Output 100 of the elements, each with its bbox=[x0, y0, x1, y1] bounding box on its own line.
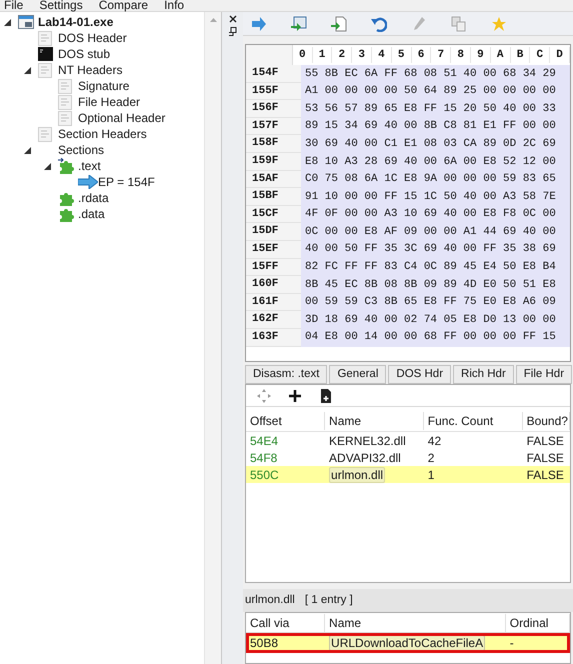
close-icon[interactable] bbox=[228, 15, 236, 23]
table-cell: FALSE bbox=[526, 434, 564, 448]
table-cell: FALSE bbox=[526, 450, 564, 464]
table-row[interactable]: 54E4 KERNEL32.dll 42 FALSE bbox=[246, 432, 570, 449]
menu-item[interactable]: File bbox=[4, 0, 24, 11]
tree-item[interactable]: EP = 154F bbox=[98, 173, 155, 191]
table-cell: 50B8 bbox=[250, 636, 278, 650]
document-icon bbox=[58, 110, 72, 126]
column-header: 2 bbox=[332, 46, 352, 64]
hex-bytes: 0C 00 00 E8 AF 09 00 00 A1 44 69 40 00 bbox=[301, 223, 570, 241]
offset-cell: 162F bbox=[246, 311, 301, 329]
document-plus-icon[interactable] bbox=[318, 388, 334, 404]
tab[interactable]: General bbox=[329, 365, 386, 384]
offset-cell: 15FF bbox=[246, 258, 301, 276]
hex-bytes: 00 59 59 C3 8B 65 E8 FF 75 E0 E8 A6 09 bbox=[301, 294, 570, 312]
menu-item[interactable]: Compare bbox=[98, 0, 148, 11]
hex-bytes: 3D 18 69 40 00 02 74 05 E8 D0 13 00 00 bbox=[301, 311, 570, 329]
document-icon bbox=[58, 94, 72, 110]
tree-item[interactable]: Sections bbox=[58, 141, 104, 159]
puzzle-icon bbox=[58, 158, 74, 174]
move-arrows-icon[interactable] bbox=[256, 388, 272, 404]
table-cell: URLDownloadToCacheFileA bbox=[329, 635, 486, 651]
hex-bytes: 4F 0F 00 00 A3 10 69 40 00 E8 F8 0C 00 bbox=[301, 206, 570, 224]
expanded-triangle-icon[interactable] bbox=[24, 146, 31, 154]
star-icon[interactable] bbox=[491, 16, 507, 32]
expanded-triangle-icon[interactable] bbox=[44, 162, 51, 170]
offset-cell: 156F bbox=[246, 100, 301, 118]
offset-cell: 161F bbox=[246, 294, 301, 312]
table-row[interactable]: 50B8 URLDownloadToCacheFileA - bbox=[246, 633, 570, 653]
hex-bytes: 40 00 50 FF 35 3C 69 40 00 FF 35 38 69 bbox=[301, 240, 570, 259]
column-header: Bound? bbox=[522, 412, 570, 430]
column-header: A bbox=[490, 46, 511, 64]
column-header: D bbox=[550, 46, 570, 64]
tree-item[interactable]: .rdata bbox=[78, 189, 109, 207]
offset-cell: 163F bbox=[246, 328, 301, 346]
hex-bytes: 82 FC FF FF 83 C4 0C 89 45 E4 50 E8 B4 bbox=[301, 258, 570, 276]
tree-item[interactable]: NT Headers bbox=[58, 61, 122, 79]
hex-bytes: 89 15 34 69 40 00 8B C8 81 E1 FF 00 00 bbox=[301, 118, 570, 136]
tree-item[interactable]: .text bbox=[78, 157, 101, 175]
table-cell: ADVAPI32.dll bbox=[329, 450, 401, 464]
tree-item[interactable]: DOS stub bbox=[58, 45, 110, 63]
tree-item[interactable]: Section Headers bbox=[58, 125, 147, 143]
column-header: 8 bbox=[451, 46, 472, 64]
column-header: B bbox=[510, 46, 530, 64]
plus-icon[interactable] bbox=[287, 388, 303, 404]
table-row[interactable]: 54F8 ADVAPI32.dll 2 FALSE bbox=[246, 449, 570, 466]
table-cell: 2 bbox=[428, 450, 434, 464]
menu-item[interactable]: Settings bbox=[39, 0, 83, 11]
hex-bytes: 04 E8 00 14 00 00 68 FF 00 00 00 FF 15 bbox=[301, 328, 570, 346]
offset-cell: 15BF bbox=[246, 188, 301, 206]
document-arrow-icon[interactable] bbox=[331, 16, 347, 32]
column-header: 3 bbox=[352, 46, 372, 64]
hex-bytes: 53 56 57 89 65 E8 FF 15 20 50 40 00 33 bbox=[301, 100, 570, 118]
hex-bytes: E8 10 A3 28 69 40 00 6A 00 E8 52 12 00 bbox=[301, 152, 570, 171]
tree-item[interactable]: .data bbox=[78, 205, 105, 223]
puzzle-icon bbox=[58, 190, 74, 206]
tab[interactable]: DOS Hdr bbox=[388, 365, 452, 384]
expanded-triangle-icon[interactable] bbox=[24, 66, 31, 74]
column-header: Call via bbox=[246, 614, 326, 632]
arrow-right-icon[interactable] bbox=[251, 16, 267, 32]
tree-item[interactable]: Optional Header bbox=[78, 109, 166, 127]
column-header: Ordinal bbox=[506, 614, 570, 632]
table-cell: 550C bbox=[250, 468, 279, 482]
window-arrow-icon[interactable] bbox=[291, 16, 307, 32]
column-header: Offset bbox=[246, 412, 326, 430]
column-header: C bbox=[530, 46, 550, 64]
offset-cell: 15CF bbox=[246, 206, 301, 224]
table-cell: FALSE bbox=[526, 468, 564, 482]
hex-bytes: C0 75 08 6A 1C E8 9A 00 00 00 59 83 65 bbox=[301, 170, 570, 188]
offset-cell: 155F bbox=[246, 82, 301, 100]
offset-cell: 158F bbox=[246, 135, 301, 153]
scrollbar[interactable] bbox=[204, 12, 221, 664]
hex-bytes: 91 10 00 00 FF 15 1C 50 40 00 A3 58 7E bbox=[301, 188, 570, 206]
column-header: Name bbox=[325, 614, 506, 632]
puzzle-icon bbox=[58, 206, 74, 222]
offset-cell: 157F bbox=[246, 118, 301, 136]
column-header: 5 bbox=[392, 46, 412, 64]
undo-icon[interactable] bbox=[371, 16, 387, 32]
dll-label: urlmon.dll bbox=[245, 592, 295, 608]
document-icon bbox=[38, 126, 52, 142]
column-header: 6 bbox=[412, 46, 432, 64]
tree-item[interactable]: Lab14-01.exe bbox=[38, 13, 114, 31]
pin-icon[interactable] bbox=[228, 27, 237, 36]
hex-bytes: 55 8B EC 6A FF 68 08 51 40 00 68 34 29 bbox=[301, 65, 570, 83]
column-header: 7 bbox=[431, 46, 452, 64]
tree-item[interactable]: Signature bbox=[78, 77, 130, 95]
table-row[interactable]: 550C urlmon.dll 1 FALSE bbox=[246, 466, 570, 483]
table-cell: 54E4 bbox=[250, 434, 278, 448]
table-cell: KERNEL32.dll bbox=[329, 434, 406, 448]
tree-item[interactable]: DOS Header bbox=[58, 29, 127, 47]
document-icon bbox=[38, 30, 52, 46]
tab[interactable]: File Hdr bbox=[516, 365, 572, 384]
hex-bytes: 30 69 40 00 C1 E1 08 03 CA 89 0D 2C 69 bbox=[301, 135, 570, 153]
expanded-triangle-icon[interactable] bbox=[4, 18, 11, 26]
hex-bytes: 8B 45 EC 8B 08 8B 09 89 4D E0 50 51 E8 bbox=[301, 276, 570, 294]
entry-count: [ 1 entry ] bbox=[304, 592, 353, 608]
tab[interactable]: Rich Hdr bbox=[453, 365, 514, 384]
tab[interactable]: Disasm: .text bbox=[245, 365, 328, 384]
tree-item[interactable]: File Header bbox=[78, 93, 140, 111]
menu-item[interactable]: Info bbox=[164, 0, 184, 11]
